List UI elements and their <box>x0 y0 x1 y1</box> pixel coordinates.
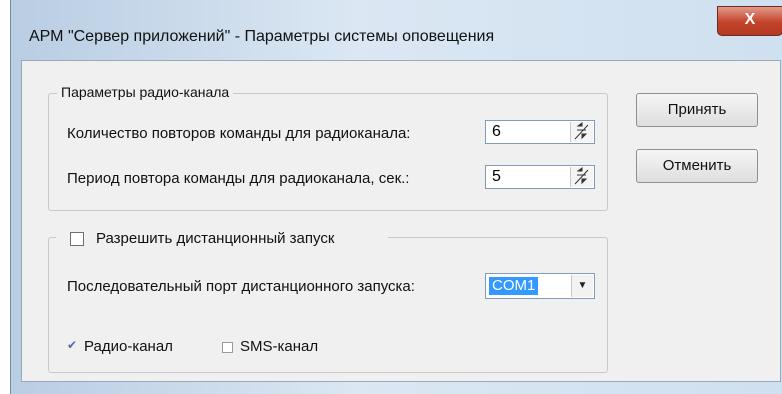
dropdown-arrow-icon[interactable]: ▼ <box>571 275 593 297</box>
spin-arrows-icon[interactable] <box>570 167 593 187</box>
radio-channel-label[interactable]: Радио-канал <box>84 338 173 355</box>
repeat-count-spinner[interactable]: 6 <box>485 120 595 144</box>
enable-remote-label[interactable]: Разрешить дистанционный запуск <box>96 230 334 247</box>
cancel-button[interactable]: Отменить <box>636 149 758 183</box>
repeat-period-label: Период повтора команды для радиоканала, … <box>67 170 410 187</box>
dialog-window: АРМ "Сервер приложений" - Параметры сист… <box>10 0 782 394</box>
spin-arrows-icon[interactable] <box>570 122 593 142</box>
title-bar[interactable]: АРМ "Сервер приложений" - Параметры сист… <box>11 0 782 60</box>
repeat-count-value[interactable]: 6 <box>492 123 501 141</box>
port-select[interactable]: COM1 ▼ <box>485 273 595 299</box>
window-title: АРМ "Сервер приложений" - Параметры сист… <box>29 28 495 45</box>
port-selected-value[interactable]: COM1 <box>489 277 539 295</box>
repeat-period-spinner[interactable]: 5 <box>485 165 595 189</box>
sms-channel-label[interactable]: SMS-канал <box>240 338 318 355</box>
accept-button[interactable]: Принять <box>636 93 758 127</box>
port-label: Последовательный порт дистанционного зап… <box>67 278 415 295</box>
repeat-count-label: Количество повторов команды для радиокан… <box>67 125 411 142</box>
radio-channel-checkbox[interactable]: ✔ <box>67 338 78 352</box>
sms-channel-checkbox[interactable] <box>222 342 233 353</box>
remote-launch-legend: Разрешить дистанционный запуск <box>56 229 388 249</box>
enable-remote-checkbox[interactable] <box>70 232 84 246</box>
checkmark-icon: ✔ <box>67 338 78 352</box>
dialog-client-area: Параметры радио-канала Количество повтор… <box>21 60 781 382</box>
close-icon: X <box>744 11 756 28</box>
radio-params-group: Параметры радио-канала <box>48 84 608 211</box>
close-button[interactable]: X <box>717 6 782 36</box>
radio-params-legend: Параметры радио-канала <box>57 84 234 100</box>
repeat-period-value[interactable]: 5 <box>492 168 501 186</box>
